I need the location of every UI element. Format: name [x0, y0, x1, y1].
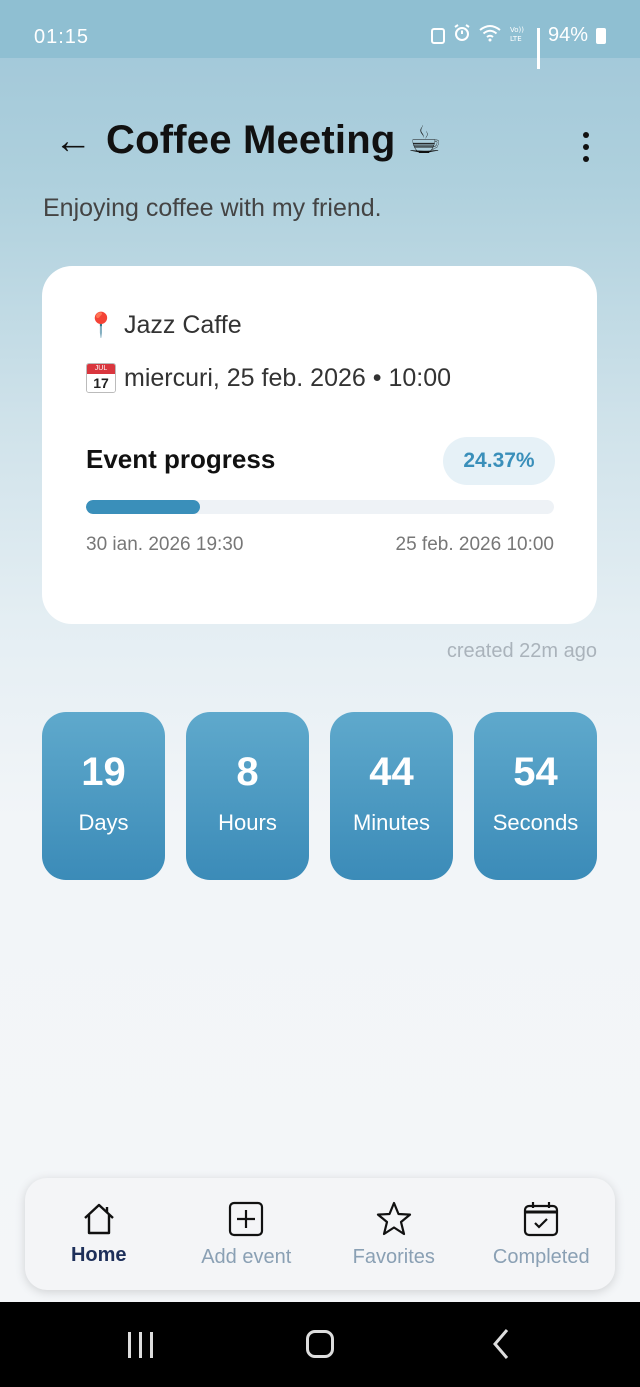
alarm-icon	[453, 24, 471, 47]
nav-item-completed[interactable]: Completed	[468, 1178, 616, 1290]
progress-bar	[86, 500, 554, 514]
countdown-hours: 8 Hours	[186, 712, 309, 880]
countdown-label: Seconds	[492, 810, 579, 835]
progress-end-date: 25 feb. 2026 10:00	[395, 534, 554, 555]
header: ← Coffee Meeting ☕	[54, 118, 442, 163]
volte-icon: Vo)) LTE	[509, 24, 529, 47]
battery-percent: 94%	[547, 24, 588, 46]
nav-label: Home	[70, 1244, 127, 1266]
signal-icon	[536, 27, 540, 69]
progress-bar-fill	[86, 500, 201, 514]
system-nav-bar	[0, 1302, 640, 1387]
nav-label: Favorites	[352, 1246, 435, 1268]
location-row: 📍 Jazz Caffe	[86, 311, 242, 340]
kebab-menu-icon[interactable]	[582, 132, 590, 162]
countdown-seconds: 54 Seconds	[474, 712, 597, 880]
battery-icon	[596, 27, 606, 44]
wifi-icon	[479, 24, 501, 47]
progress-percent-badge: 24.37%	[443, 437, 555, 485]
progress-start-date: 30 ian. 2026 19:30	[86, 534, 244, 555]
bottom-nav: Home Add event Favorites Completed	[25, 1178, 615, 1290]
location-pin-icon: 📍	[86, 312, 116, 339]
home-button-icon[interactable]	[306, 1330, 334, 1358]
nav-item-home[interactable]: Home	[25, 1178, 173, 1290]
nav-item-add-event[interactable]: Add event	[173, 1178, 321, 1290]
countdown: 19 Days 8 Hours 44 Minutes 54 Seconds	[42, 712, 597, 880]
countdown-label: Minutes	[352, 810, 431, 835]
progress-label: Event progress	[86, 444, 276, 474]
countdown-minutes: 44 Minutes	[330, 712, 453, 880]
nav-label: Add event	[201, 1246, 292, 1268]
countdown-days: 19 Days	[42, 712, 165, 880]
calendar-icon: JUL 17	[86, 363, 116, 393]
status-bar: 01:15 Vo)) LTE 94%	[0, 0, 640, 69]
calendar-check-icon	[524, 1202, 559, 1237]
event-description: Enjoying coffee with my friend.	[43, 194, 382, 222]
nav-item-favorites[interactable]: Favorites	[320, 1178, 468, 1290]
status-time: 01:15	[34, 26, 90, 48]
datetime-text: miercuri, 25 feb. 2026 • 10:00	[124, 363, 452, 392]
countdown-value: 54	[513, 750, 558, 794]
countdown-value: 19	[81, 750, 126, 794]
countdown-value: 8	[236, 750, 259, 794]
created-timestamp: created 22m ago	[446, 640, 597, 662]
location-text: Jazz Caffe	[124, 311, 242, 339]
countdown-label: Hours	[218, 810, 277, 835]
svg-text:Vo)): Vo))	[510, 26, 524, 34]
arrow-left-icon[interactable]: ←	[54, 122, 92, 160]
datetime-row: JUL 17 miercuri, 25 feb. 2026 • 10:00	[86, 363, 451, 393]
svg-text:LTE: LTE	[510, 35, 522, 42]
countdown-label: Days	[78, 810, 129, 835]
event-details-card: 📍 Jazz Caffe JUL 17 miercuri, 25 feb. 20…	[42, 266, 597, 624]
back-chevron-icon[interactable]	[492, 1328, 510, 1365]
star-icon	[376, 1201, 411, 1236]
home-icon	[83, 1203, 114, 1235]
recents-icon[interactable]	[128, 1332, 153, 1358]
plus-square-icon	[229, 1201, 264, 1237]
status-icons: Vo)) LTE 94%	[430, 24, 606, 69]
countdown-value: 44	[369, 750, 414, 794]
page-title: Coffee Meeting	[106, 118, 396, 162]
battery-saver-icon	[430, 27, 445, 44]
coffee-cup-icon: ☕	[407, 120, 442, 162]
nav-label: Completed	[492, 1246, 590, 1268]
